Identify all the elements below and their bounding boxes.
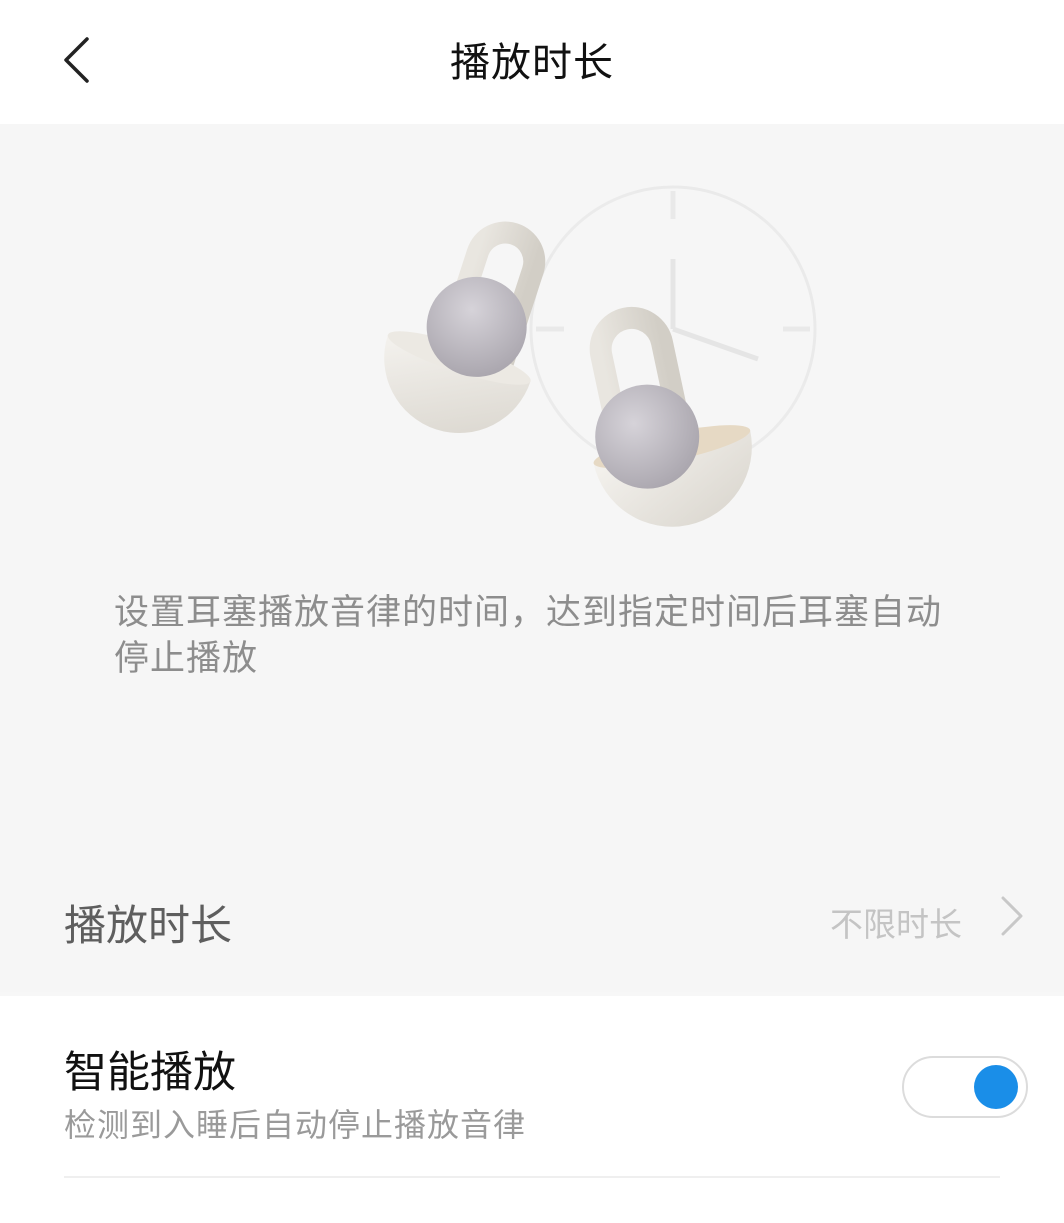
smart-play-title: 智能播放	[64, 1048, 236, 1098]
right-earbud	[589, 306, 752, 527]
divider	[64, 1176, 1000, 1178]
header-bar: 播放时长	[0, 0, 1064, 124]
smart-play-subtitle: 检测到入睡后自动停止播放音律	[64, 1106, 527, 1144]
smart-play-card: 智能播放 检测到入睡后自动停止播放音律	[0, 996, 1064, 1223]
play-duration-screen: 播放时长 设置耳塞播放音律的时间，达到指定时间后耳塞自动停止播放 播放时长 不限…	[0, 0, 1064, 1223]
smart-play-toggle[interactable]	[902, 1056, 1028, 1118]
toggle-knob	[974, 1065, 1018, 1109]
hero-description: 设置耳塞播放音律的时间，达到指定时间后耳塞自动停止播放	[114, 593, 943, 679]
chevron-right-icon	[1001, 896, 1023, 936]
play-duration-row[interactable]: 播放时长 不限时长	[0, 844, 1064, 992]
duration-value: 不限时长	[830, 905, 962, 944]
page-title: 播放时长	[450, 40, 614, 86]
hero-section: 设置耳塞播放音律的时间，达到指定时间后耳塞自动停止播放	[0, 124, 1064, 844]
duration-label: 播放时长	[64, 901, 233, 950]
earbuds-illustration	[384, 185, 817, 527]
